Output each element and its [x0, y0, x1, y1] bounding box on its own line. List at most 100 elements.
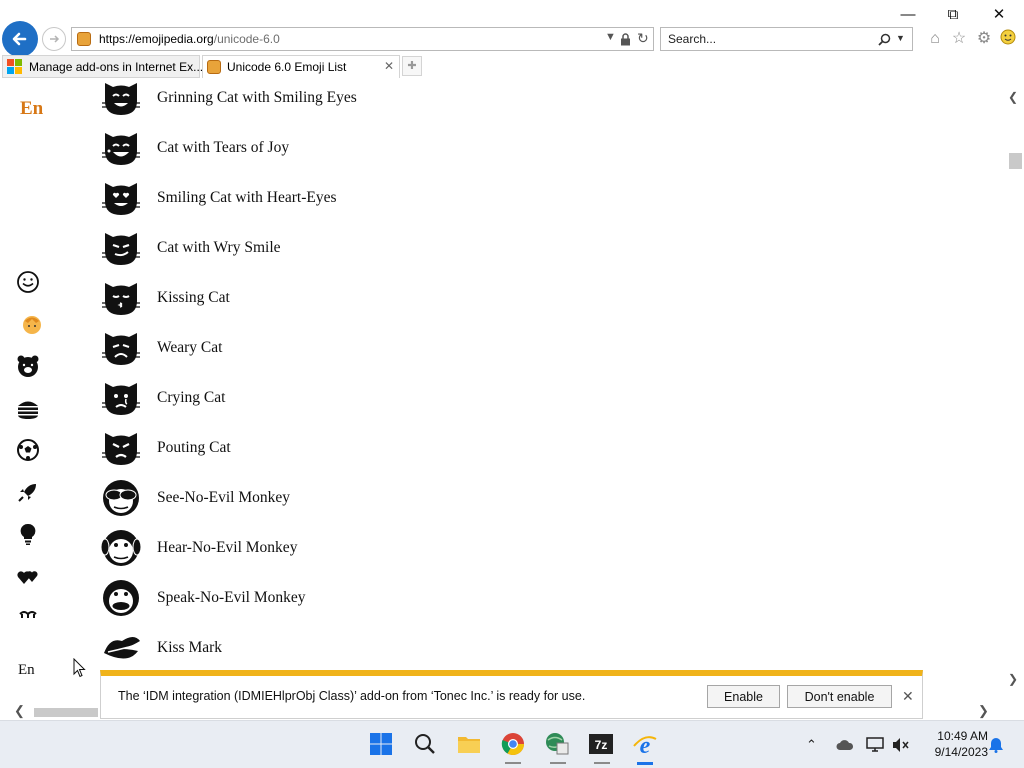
emoji-list-item[interactable]: Cat with Tears of Joy	[100, 123, 289, 173]
emoji-name-link[interactable]: Pouting Cat	[157, 439, 231, 457]
vertical-scroll-thumb[interactable]	[1009, 153, 1022, 169]
emoji-name-link[interactable]: Crying Cat	[157, 389, 225, 407]
address-bar[interactable]: https://emojipedia.org/unicode-6.0 ▼ ↻	[71, 27, 654, 51]
dont-enable-button[interactable]: Don't enable	[787, 685, 892, 708]
system-clock[interactable]: 10:49 AM 9/14/2023	[918, 728, 988, 760]
emoji-name-link[interactable]: Speak-No-Evil Monkey	[157, 589, 306, 607]
tab-manage-addons[interactable]: Manage add-ons in Internet Ex...	[2, 55, 204, 78]
hear-no-evil-monkey-icon	[100, 527, 142, 569]
settings-gear-icon[interactable]: ⚙	[974, 29, 994, 49]
windows-start-icon[interactable]	[368, 731, 394, 757]
emoji-list-item[interactable]: Grinning Cat with Smiling Eyes	[100, 80, 357, 123]
emoji-list-item[interactable]: Crying Cat	[100, 373, 225, 423]
search-input[interactable]: Search...	[668, 32, 716, 46]
enable-button[interactable]: Enable	[707, 685, 780, 708]
flags-icon[interactable]	[16, 604, 40, 620]
file-explorer-icon[interactable]	[456, 731, 482, 757]
scroll-up-icon[interactable]: ❮	[1008, 90, 1018, 104]
microsoft-logo-icon	[7, 58, 23, 75]
emoji-name-link[interactable]: Kissing Cat	[157, 289, 230, 307]
bear-face-icon[interactable]	[16, 354, 40, 378]
weary-cat-icon	[100, 327, 142, 369]
scroll-left-icon[interactable]: ❮	[14, 703, 25, 719]
emoji-name-link[interactable]: Cat with Tears of Joy	[157, 139, 289, 157]
emoji-list-item[interactable]: Weary Cat	[100, 323, 222, 373]
addon-notification-bar: The ‘IDM integration (IDMIEHlprObj Class…	[100, 670, 923, 719]
emoji-name-link[interactable]: Weary Cat	[157, 339, 222, 357]
hearts-icon[interactable]	[16, 564, 40, 588]
tab-label: Unicode 6.0 Emoji List	[227, 60, 347, 74]
chrome-icon[interactable]	[500, 731, 526, 757]
show-hidden-icons-chevron-icon[interactable]: ⌃	[806, 737, 817, 753]
smiley-face-icon[interactable]	[16, 270, 40, 294]
clock-time: 10:49 AM	[937, 729, 988, 743]
language-selector[interactable]: En	[18, 662, 35, 679]
volume-muted-icon[interactable]	[892, 737, 910, 753]
forward-button[interactable]	[42, 27, 66, 51]
cat-tears-joy-icon	[100, 127, 142, 169]
feedback-smiley-icon[interactable]	[998, 29, 1018, 49]
home-icon[interactable]: ⌂	[925, 29, 945, 49]
close-notification-icon[interactable]: ✕	[902, 688, 914, 705]
lock-icon[interactable]	[620, 33, 631, 46]
rocket-icon[interactable]	[16, 480, 40, 504]
mouse-cursor-icon	[73, 658, 86, 678]
lightbulb-icon[interactable]	[16, 522, 40, 546]
emoji-list-item[interactable]: Smiling Cat with Heart-Eyes	[100, 173, 337, 223]
site-logo[interactable]: En	[20, 98, 43, 120]
tab-unicode-emoji-list[interactable]: Unicode 6.0 Emoji List ✕	[202, 55, 400, 78]
refresh-icon[interactable]: ↻	[637, 30, 649, 47]
burger-icon[interactable]	[16, 396, 40, 420]
dropdown-arrow-icon[interactable]: ▼	[605, 31, 616, 43]
page-content: En En Grinning Cat with Smiling Eyes Cat …	[0, 80, 1006, 703]
emoji-name-link[interactable]: Cat with Wry Smile	[157, 239, 281, 257]
emoji-list-item[interactable]: Cat with Wry Smile	[100, 223, 281, 273]
arrow-right-icon	[50, 35, 60, 43]
emoji-list-item[interactable]: Hear-No-Evil Monkey	[100, 523, 297, 573]
search-dropdown-icon[interactable]: ▼	[896, 33, 905, 43]
person-icon[interactable]	[20, 312, 44, 336]
close-window-button[interactable]: ✕	[989, 5, 1009, 25]
new-tab-button[interactable]: ✚	[402, 56, 422, 76]
emoji-list-item[interactable]: See-No-Evil Monkey	[100, 473, 290, 523]
tab-label: Manage add-ons in Internet Ex...	[29, 59, 204, 74]
minimize-button[interactable]: —	[898, 5, 918, 25]
horizontal-scroll-thumb[interactable]	[34, 708, 98, 717]
emoji-name-link[interactable]: Kiss Mark	[157, 639, 222, 657]
vertical-scrollbar[interactable]: ❮ ❯	[1006, 80, 1024, 703]
7zip-running-indicator	[594, 762, 610, 764]
emoji-name-link[interactable]: Grinning Cat with Smiling Eyes	[157, 89, 357, 107]
emoji-name-link[interactable]: Hear-No-Evil Monkey	[157, 539, 297, 557]
kissing-cat-icon	[100, 277, 142, 319]
soccer-ball-icon[interactable]	[16, 438, 40, 462]
network-running-indicator	[550, 762, 566, 764]
favorites-star-icon[interactable]: ☆	[949, 29, 969, 49]
emoji-list-item[interactable]: Speak-No-Evil Monkey	[100, 573, 306, 623]
restore-button[interactable]: ⧉	[943, 5, 963, 25]
search-box[interactable]: Search... ▼	[660, 27, 913, 51]
svg-text:7z: 7z	[595, 738, 608, 752]
site-favicon	[77, 32, 91, 46]
search-taskbar-icon[interactable]	[412, 731, 438, 757]
address-url[interactable]: https://emojipedia.org/unicode-6.0	[99, 32, 280, 46]
7zip-icon[interactable]: 7z	[588, 731, 614, 757]
cat-heart-eyes-icon	[100, 177, 142, 219]
arrow-left-icon	[12, 32, 27, 46]
search-icon[interactable]	[878, 33, 891, 46]
emoji-list-item[interactable]: Kissing Cat	[100, 273, 230, 323]
notification-bell-icon[interactable]	[988, 737, 1004, 753]
network-globe-icon[interactable]	[544, 731, 570, 757]
close-tab-icon[interactable]: ✕	[384, 59, 394, 73]
scroll-right-icon[interactable]: ❯	[978, 703, 989, 719]
emoji-name-link[interactable]: See-No-Evil Monkey	[157, 489, 290, 507]
emoji-list-item[interactable]: Pouting Cat	[100, 423, 231, 473]
emoji-name-link[interactable]: Smiling Cat with Heart-Eyes	[157, 189, 337, 207]
monitor-icon[interactable]	[866, 737, 884, 753]
onedrive-cloud-icon[interactable]	[836, 738, 854, 752]
back-button[interactable]	[2, 21, 38, 57]
scroll-down-icon[interactable]: ❯	[1008, 672, 1018, 686]
grinning-cat-icon	[100, 80, 142, 119]
kiss-mark-icon	[100, 627, 142, 669]
emoji-list-item[interactable]: Kiss Mark	[100, 623, 222, 673]
internet-explorer-icon[interactable]: e	[632, 731, 658, 757]
